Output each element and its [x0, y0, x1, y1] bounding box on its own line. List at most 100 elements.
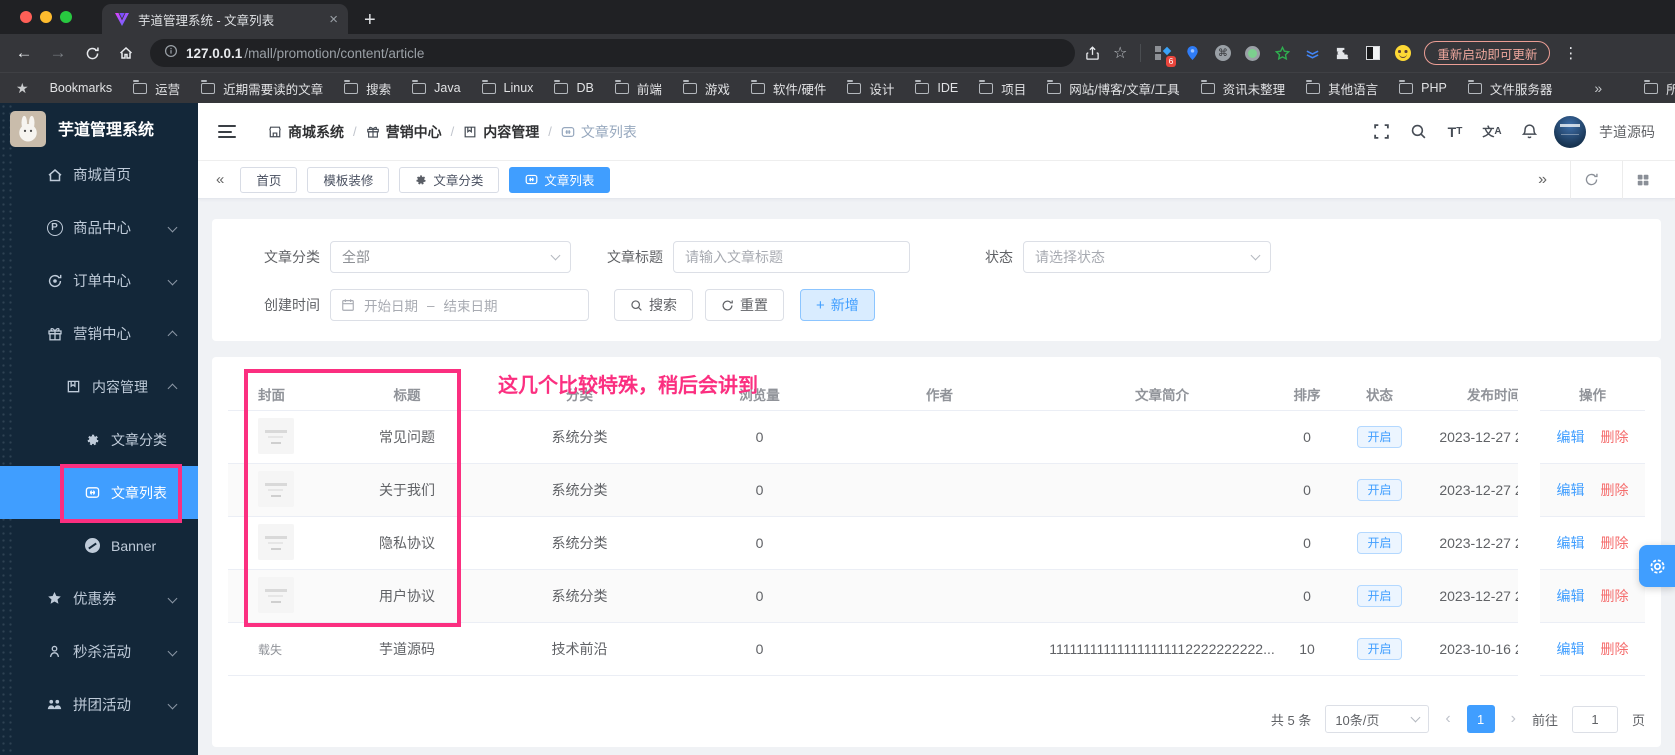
bookmark-folder[interactable]: Linux	[481, 80, 533, 95]
extension-layers-icon[interactable]	[1304, 45, 1321, 62]
user-avatar[interactable]	[1554, 115, 1586, 148]
current-page-button[interactable]: 1	[1466, 705, 1495, 733]
new-tab-button[interactable]: +	[364, 10, 376, 30]
bookmark-folder[interactable]: 项目	[979, 79, 1026, 98]
extension-emoji-icon[interactable]	[1394, 45, 1411, 62]
sidebar-item-marketing-center[interactable]: 营销中心	[0, 307, 198, 360]
page-tab-article-list[interactable]: 文章列表	[509, 166, 611, 193]
edit-link[interactable]: 编辑	[1557, 429, 1585, 445]
bookmark-folder[interactable]: 软件/硬件	[750, 79, 826, 98]
next-page-icon[interactable]: ›	[1509, 710, 1518, 728]
site-info-icon[interactable]	[164, 44, 178, 63]
sidebar-item-groupon[interactable]: 拼团活动	[0, 678, 198, 731]
font-size-icon[interactable]: TT	[1443, 120, 1467, 144]
back-icon[interactable]: ←	[10, 39, 38, 67]
status-badge[interactable]: 开启	[1357, 585, 1402, 607]
sidebar-item-mall-home[interactable]: 商城首页	[0, 148, 198, 201]
tabs-scroll-right-icon[interactable]: »	[1525, 161, 1560, 199]
delete-link[interactable]: 删除	[1601, 482, 1629, 498]
sidebar-item-content-management[interactable]: 内容管理	[0, 360, 198, 413]
refresh-page-icon[interactable]	[1570, 160, 1612, 199]
zoom-window-button[interactable]	[60, 11, 72, 23]
delete-link[interactable]: 删除	[1601, 641, 1629, 657]
bookmark-folder[interactable]: 文件服务器	[1467, 79, 1552, 98]
sidebar-item-article-list[interactable]: 文章列表	[0, 466, 198, 519]
edit-link[interactable]: 编辑	[1557, 588, 1585, 604]
status-badge[interactable]: 开启	[1357, 638, 1402, 660]
page-tab-home[interactable]: 首页	[240, 166, 298, 193]
bookmark-folder[interactable]: IDE	[915, 80, 958, 95]
username[interactable]: 芋道源码	[1599, 122, 1655, 142]
bookmark-folder[interactable]: 其他语言	[1306, 79, 1378, 98]
bookmark-star-icon[interactable]: ☆	[1113, 43, 1127, 63]
settings-fab[interactable]	[1639, 545, 1675, 587]
extensions-puzzle-icon[interactable]	[1334, 45, 1351, 62]
collapse-menu-icon[interactable]	[218, 125, 236, 138]
sidebar-item-seckill[interactable]: 秒杀活动	[0, 625, 198, 678]
edit-link[interactable]: 编辑	[1557, 482, 1585, 498]
delete-link[interactable]: 删除	[1601, 535, 1629, 551]
forward-icon[interactable]: →	[44, 39, 72, 67]
layout-grid-icon[interactable]	[1622, 160, 1663, 199]
notification-bell-icon[interactable]	[1517, 120, 1541, 144]
sidebar-item-article-category[interactable]: 文章分类	[0, 413, 198, 466]
bookmark-folder[interactable]: DB	[554, 80, 594, 95]
close-window-button[interactable]	[20, 11, 32, 23]
extension-grid-icon[interactable]: 6	[1154, 45, 1177, 67]
fullscreen-icon[interactable]	[1369, 120, 1393, 144]
goto-page-input[interactable]	[1571, 705, 1618, 733]
extension-contrast-icon[interactable]	[1364, 45, 1381, 62]
status-badge[interactable]: 开启	[1357, 532, 1402, 554]
all-bookmarks-button[interactable]: 所有书签	[1644, 79, 1675, 98]
sidebar-item-banner[interactable]: Banner	[0, 519, 198, 572]
tab-close-icon[interactable]: ×	[329, 12, 338, 27]
sidebar-item-order-center[interactable]: 订单中心	[0, 254, 198, 307]
delete-link[interactable]: 删除	[1601, 588, 1629, 604]
home-icon[interactable]	[112, 39, 140, 67]
edit-link[interactable]: 编辑	[1557, 641, 1585, 657]
category-select[interactable]: 全部	[330, 241, 571, 273]
bookmark-folder[interactable]: 资讯未整理	[1200, 79, 1285, 98]
bookmark-folder[interactable]: 网站/博客/文章/工具	[1047, 79, 1180, 98]
bookmark-folder[interactable]: 前端	[614, 79, 662, 98]
page-size-select[interactable]: 10条/页	[1325, 705, 1430, 733]
sidebar-item-product-center[interactable]: P 商品中心	[0, 201, 198, 254]
bookmark-folder[interactable]: Java	[412, 80, 461, 95]
bookmarks-overflow-icon[interactable]: »	[1594, 80, 1602, 96]
breadcrumb-item[interactable]: 商城系统	[268, 122, 344, 142]
delete-link[interactable]: 删除	[1601, 429, 1629, 445]
tabs-scroll-left-icon[interactable]: «	[210, 171, 230, 188]
status-select[interactable]: 请选择状态	[1023, 241, 1271, 273]
page-tab-template[interactable]: 模板装修	[307, 166, 390, 193]
reset-button[interactable]: 重置	[705, 289, 784, 321]
reload-icon[interactable]	[78, 39, 106, 67]
browser-tab[interactable]: 芋道管理系统 - 文章列表 ×	[102, 4, 348, 34]
create-button[interactable]: + 新增	[800, 289, 875, 321]
extension-recorder-icon[interactable]	[1244, 45, 1261, 62]
address-bar[interactable]: 127.0.0.1 /mall/promotion/content/articl…	[150, 39, 1075, 67]
search-icon[interactable]	[1406, 120, 1430, 144]
browser-menu-icon[interactable]: ⋮	[1563, 44, 1578, 62]
article-title-input[interactable]	[673, 241, 910, 273]
date-range-picker[interactable]: 开始日期 – 结束日期	[330, 289, 589, 321]
app-logo[interactable]: 芋道管理系统	[0, 103, 198, 148]
extension-pin-icon[interactable]	[1184, 45, 1201, 62]
bookmark-folder[interactable]: 设计	[847, 79, 894, 98]
search-button[interactable]: 搜索	[614, 289, 693, 321]
status-badge[interactable]: 开启	[1357, 479, 1402, 501]
status-badge[interactable]: 开启	[1357, 426, 1402, 448]
extension-command-icon[interactable]: ⌘	[1214, 45, 1231, 62]
translate-icon[interactable]: 文A	[1480, 120, 1504, 144]
browser-update-button[interactable]: 重新启动即可更新	[1424, 41, 1551, 65]
bookmark-folder[interactable]: 游戏	[682, 79, 730, 98]
minimize-window-button[interactable]	[40, 11, 52, 23]
edit-link[interactable]: 编辑	[1557, 535, 1585, 551]
page-tab-article-category[interactable]: 文章分类	[399, 166, 500, 193]
bookmark-folder[interactable]: 近期需要读的文章	[201, 79, 323, 98]
breadcrumb-item[interactable]: 营销中心	[366, 122, 442, 142]
bookmark-folder[interactable]: PHP	[1399, 80, 1447, 95]
prev-page-icon[interactable]: ‹	[1443, 710, 1452, 728]
breadcrumb-item[interactable]: 内容管理	[463, 122, 539, 142]
sidebar-item-coupon[interactable]: 优惠券	[0, 572, 198, 625]
extension-star-icon[interactable]	[1274, 45, 1291, 62]
